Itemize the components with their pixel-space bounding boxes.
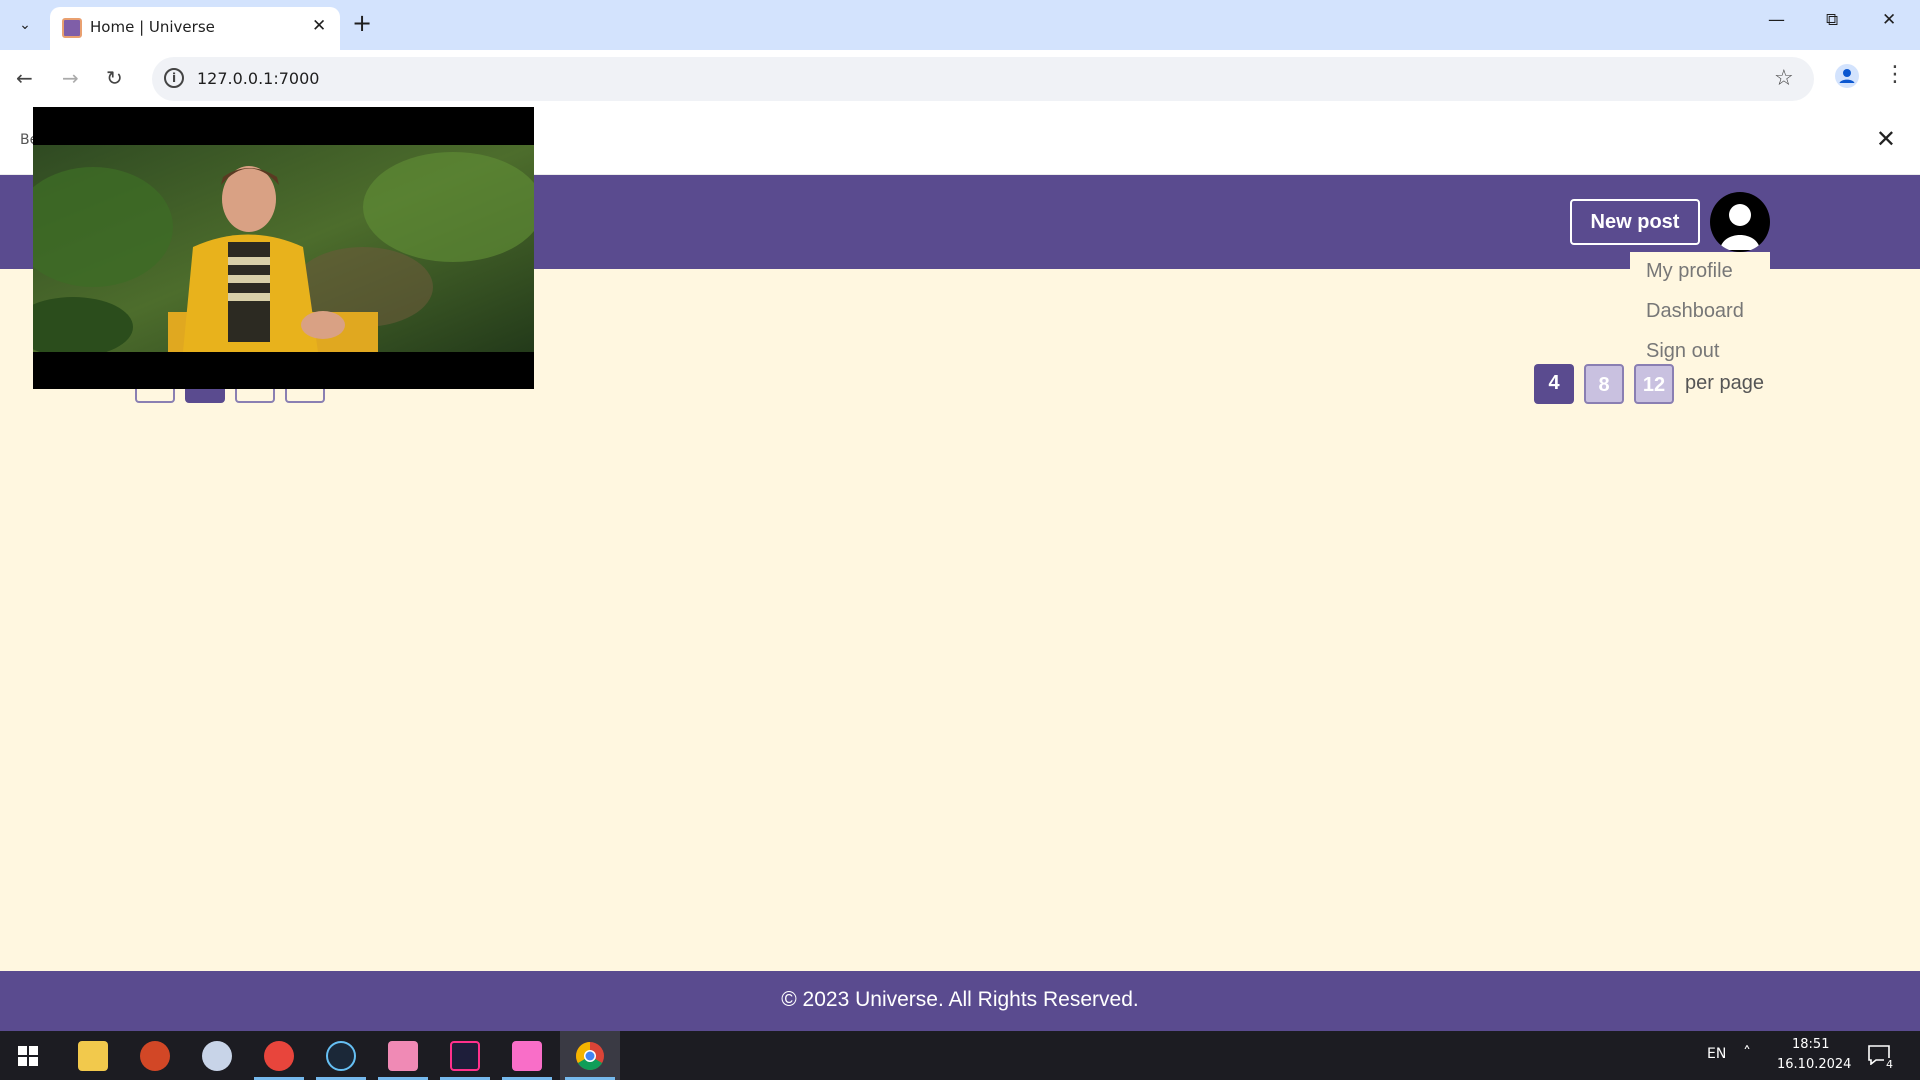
- chrome-profile-icon[interactable]: [264, 1041, 294, 1071]
- new-tab-icon[interactable]: +: [352, 9, 372, 37]
- minimize-icon[interactable]: —: [1768, 10, 1785, 30]
- universe-favicon-icon: [62, 18, 82, 38]
- user-dropdown-menu: My profile Dashboard Sign out: [1630, 252, 1770, 372]
- picture-in-picture-video[interactable]: [33, 107, 534, 389]
- bookmark-star-icon[interactable]: ☆: [1774, 66, 1794, 91]
- steam-icon[interactable]: [326, 1041, 356, 1071]
- per-page-8-button[interactable]: 8: [1584, 364, 1624, 404]
- restore-icon[interactable]: ⧉: [1826, 10, 1838, 30]
- file-explorer-icon[interactable]: [78, 1041, 108, 1071]
- chrome-icon[interactable]: [575, 1041, 605, 1071]
- windows-taskbar: EN ˄ 18:51 16.10.2024 4: [0, 1031, 1920, 1080]
- tab-search-icon[interactable]: ⌄: [10, 10, 40, 40]
- windows-start-icon[interactable]: [18, 1046, 38, 1066]
- per-page-label: per page: [1685, 372, 1764, 394]
- user-avatar-icon[interactable]: [1710, 192, 1770, 252]
- url-text[interactable]: 127.0.0.1:7000: [197, 69, 319, 88]
- dashboard-link[interactable]: Dashboard: [1646, 300, 1744, 323]
- tab-close-icon[interactable]: ✕: [312, 16, 326, 36]
- notice-close-icon[interactable]: ✕: [1876, 125, 1896, 153]
- per-page-4-button[interactable]: 4: [1534, 364, 1574, 404]
- my-profile-link[interactable]: My profile: [1646, 260, 1733, 283]
- reload-icon[interactable]: ↻: [106, 66, 123, 90]
- new-post-button[interactable]: New post: [1570, 199, 1700, 245]
- site-info-icon[interactable]: i: [164, 68, 184, 88]
- back-icon[interactable]: ←: [16, 66, 33, 90]
- site-footer: © 2023 Universe. All Rights Reserved.: [0, 971, 1920, 1031]
- browser-menu-icon[interactable]: ⋮: [1884, 62, 1906, 87]
- tray-expand-icon[interactable]: ˄: [1743, 1043, 1751, 1062]
- forward-icon[interactable]: →: [62, 66, 79, 90]
- window-close-icon[interactable]: ✕: [1882, 10, 1896, 30]
- profile-icon[interactable]: [1835, 64, 1859, 88]
- mail-app-icon[interactable]: [388, 1041, 418, 1071]
- footer-copyright: © 2023 Universe. All Rights Reserved.: [781, 988, 1139, 1011]
- pink-app-icon[interactable]: [512, 1041, 542, 1071]
- tab-title: Home | Universe: [90, 18, 215, 36]
- clock-time[interactable]: 18:51: [1792, 1037, 1829, 1052]
- sign-out-link[interactable]: Sign out: [1646, 340, 1719, 363]
- address-bar[interactable]: i 127.0.0.1:7000 ☆: [152, 57, 1814, 101]
- intellij-icon[interactable]: [450, 1041, 480, 1071]
- browser-tab[interactable]: Home | Universe ✕: [50, 7, 340, 50]
- browser-tabstrip: ⌄ Home | Universe ✕ + — ⧉ ✕: [0, 0, 1920, 50]
- clock-date[interactable]: 16.10.2024: [1777, 1057, 1851, 1072]
- powerpoint-icon[interactable]: [140, 1041, 170, 1071]
- language-indicator[interactable]: EN: [1707, 1046, 1726, 1062]
- per-page-12-button[interactable]: 12: [1634, 364, 1674, 404]
- browser-toolbar: ← → ↻ i 127.0.0.1:7000 ☆ ⋮: [0, 50, 1920, 108]
- notification-count-badge: 4: [1884, 1058, 1895, 1071]
- paint-app-icon[interactable]: [202, 1041, 232, 1071]
